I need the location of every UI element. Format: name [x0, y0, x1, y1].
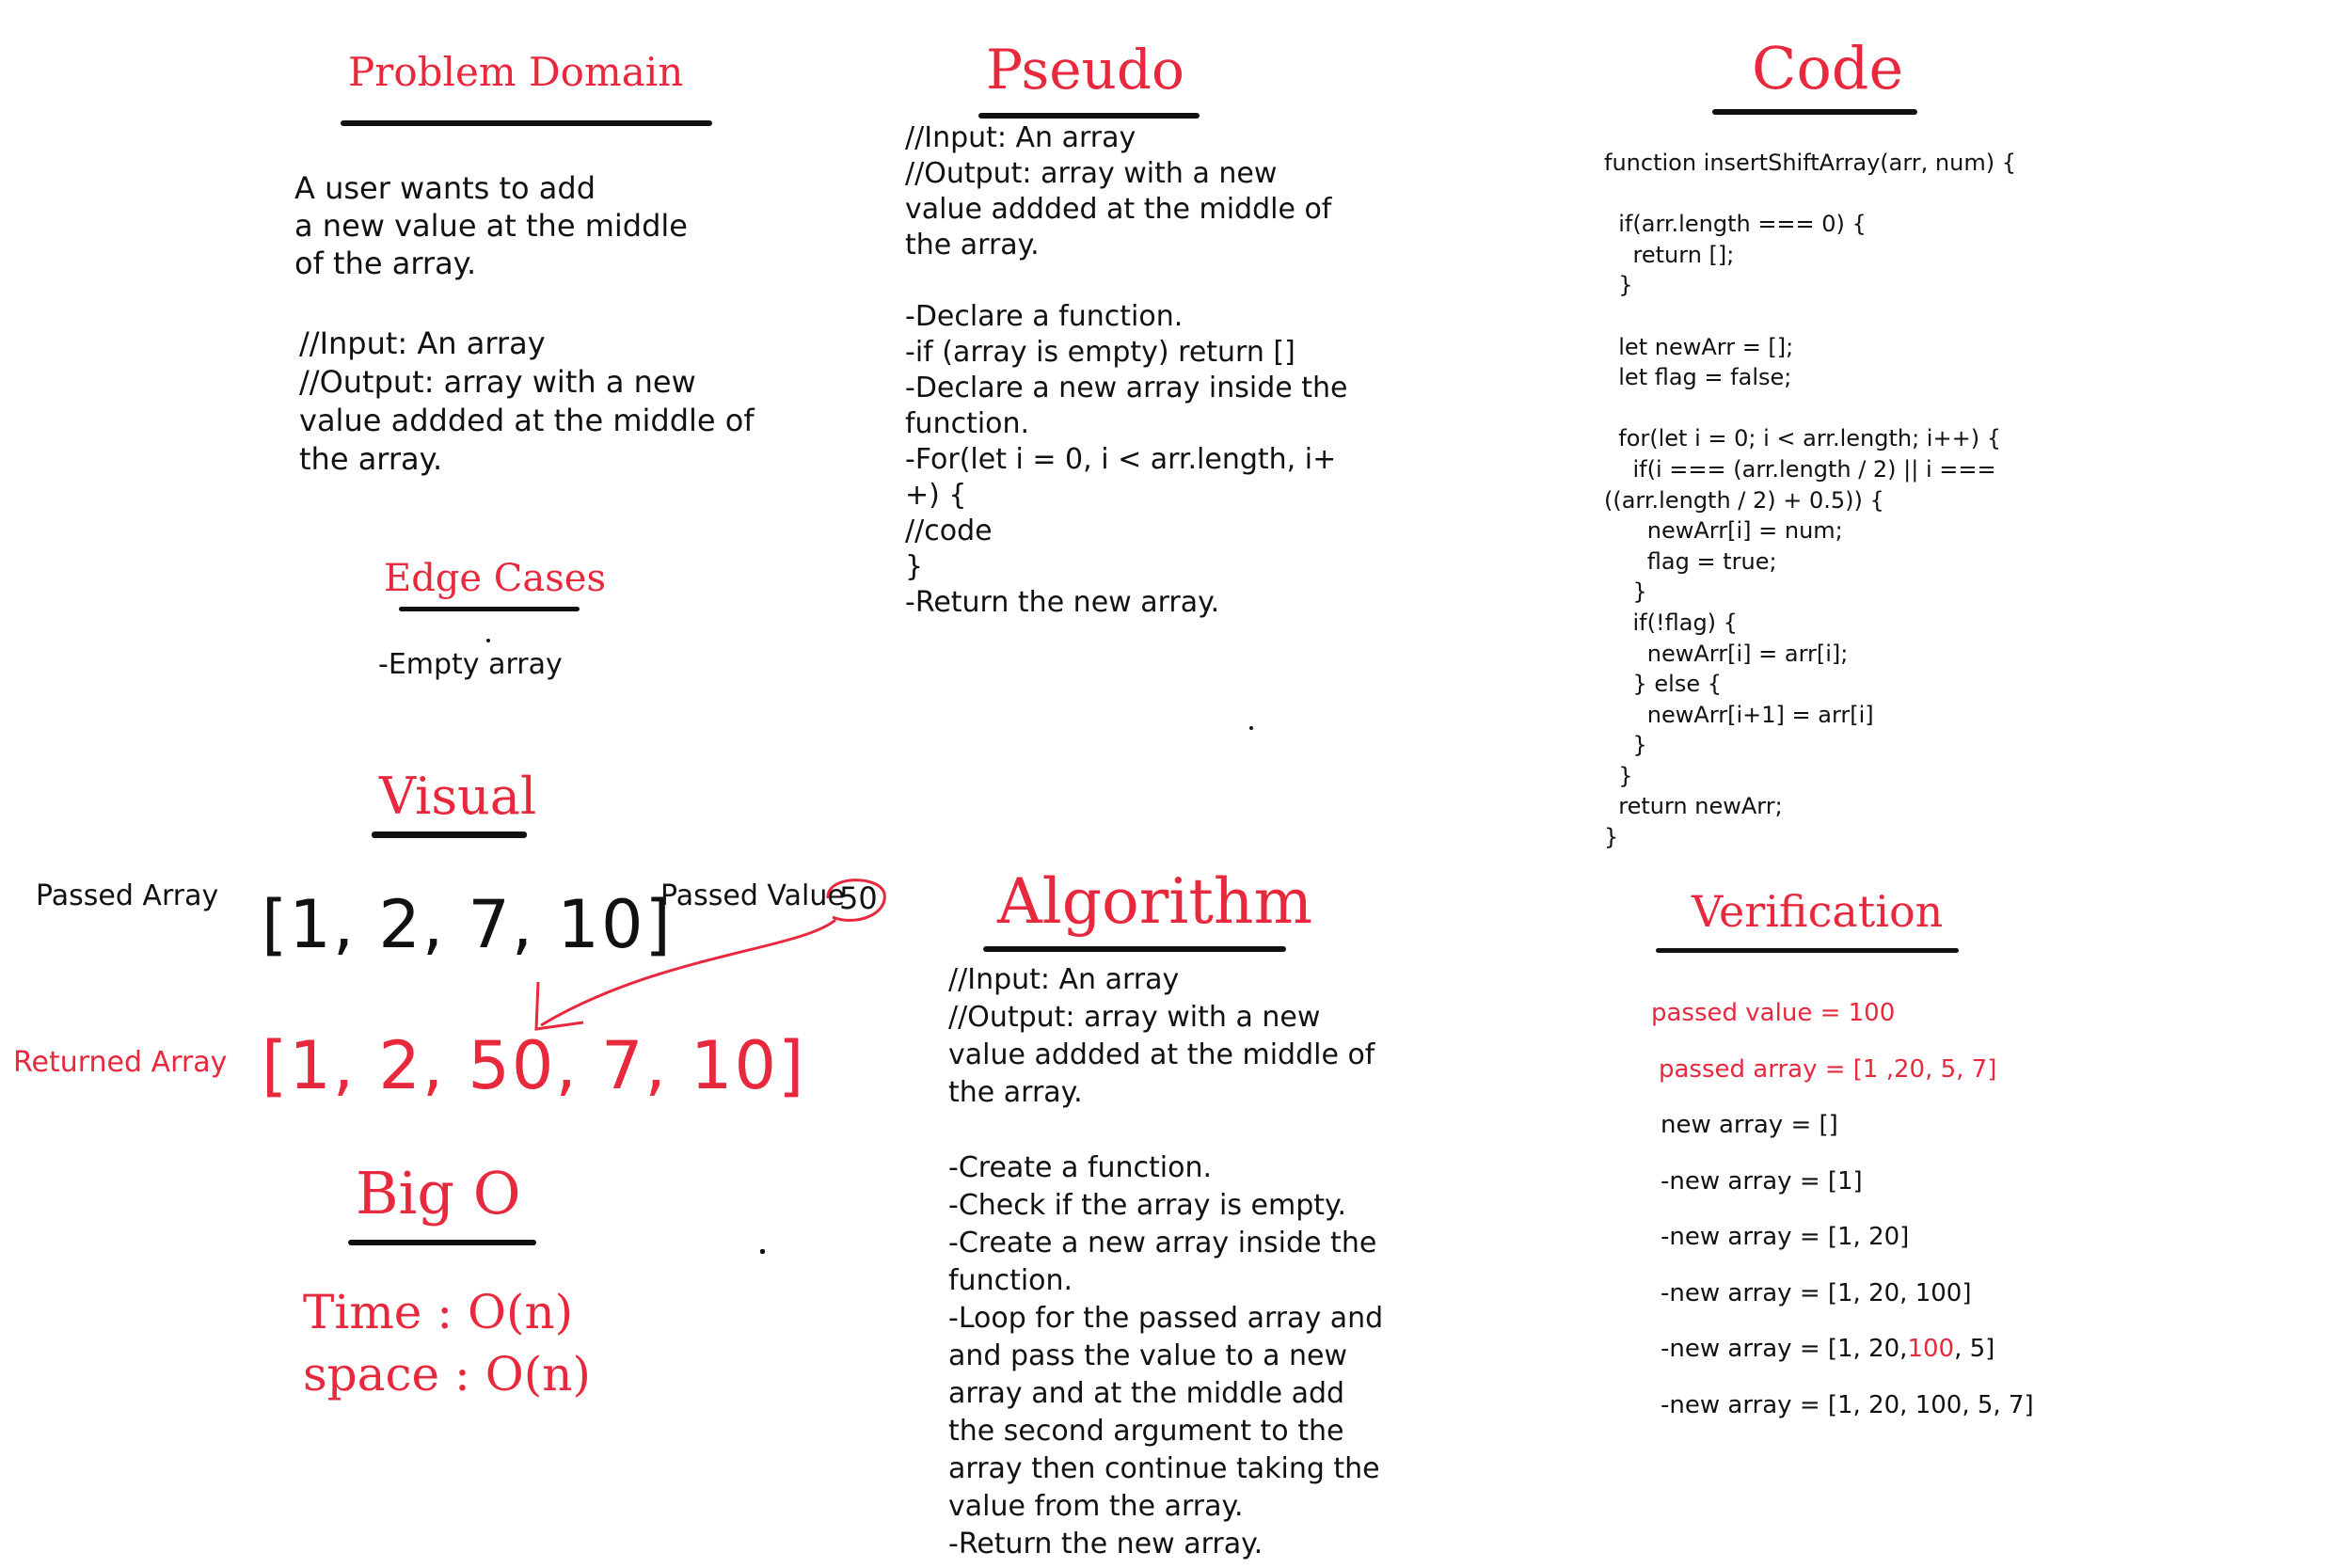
- big-o-underline: [348, 1240, 536, 1245]
- big-o-title: Big O: [356, 1159, 521, 1227]
- algorithm-title: Algorithm: [997, 865, 1313, 938]
- verification-underline: [1656, 948, 1959, 953]
- verification-step: new array = []: [1661, 1111, 1838, 1139]
- verification-step: -new array = [1, 20, 100, 5, 7]: [1661, 1391, 2034, 1419]
- verification-title: Verification: [1692, 886, 1944, 937]
- algorithm-text: //Input: An array //Output: array with a…: [948, 963, 1384, 1560]
- verification-passed-value: passed value = 100: [1651, 999, 1896, 1027]
- verification-step-prefix: -new array = [1, 20,: [1661, 1335, 1908, 1363]
- verification-passed-array: passed array = [1 ,20, 5, 7]: [1659, 1055, 1997, 1084]
- verification-step: -new array = [1, 20,100, 5]: [1661, 1335, 1994, 1363]
- decorative-dot: [1249, 726, 1253, 730]
- verification-step: -new array = [1, 20]: [1661, 1223, 1910, 1251]
- decorative-dot: [760, 1249, 765, 1254]
- big-o-time: Time : O(n): [303, 1285, 574, 1339]
- verification-step: -new array = [1]: [1661, 1167, 1863, 1196]
- big-o-space: space : O(n): [303, 1347, 591, 1402]
- returned-array: [1, 2, 50, 7, 10]: [262, 1027, 806, 1104]
- verification-step-suffix: , 5]: [1954, 1335, 1995, 1363]
- returned-array-label: Returned Array: [13, 1046, 228, 1079]
- verification-step: -new array = [1, 20, 100]: [1661, 1279, 1972, 1307]
- verification-step-highlight: 100: [1907, 1335, 1955, 1363]
- algorithm-underline: [983, 946, 1286, 952]
